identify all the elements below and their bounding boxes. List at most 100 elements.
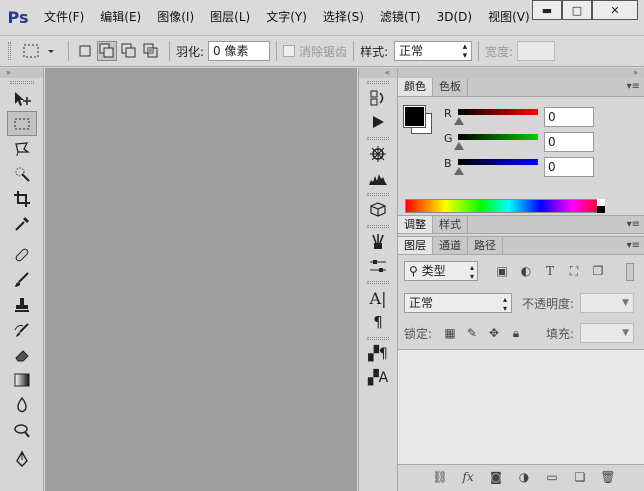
- crop-tool[interactable]: [7, 186, 37, 211]
- blue-slider[interactable]: [458, 159, 538, 165]
- actions-panel-button[interactable]: [359, 110, 397, 134]
- gradient-tool[interactable]: [7, 367, 37, 392]
- menu-edit[interactable]: 编辑(E): [92, 0, 149, 35]
- maximize-button[interactable]: □: [562, 0, 592, 20]
- filter-toggle[interactable]: [626, 263, 634, 281]
- menu-3d[interactable]: 3D(D): [429, 0, 480, 35]
- adjustment-filter-icon[interactable]: ◐: [518, 263, 534, 279]
- fx-icon[interactable]: fx: [460, 469, 476, 485]
- options-grip[interactable]: [6, 42, 12, 60]
- tab-color[interactable]: 颜色: [398, 78, 433, 96]
- expand-icon[interactable]: «: [359, 68, 397, 78]
- histogram-panel-button[interactable]: [359, 166, 397, 190]
- lock-transparent-icon[interactable]: ▦: [442, 325, 458, 341]
- style-select[interactable]: 正常 ▴ ▾: [394, 41, 473, 61]
- blur-icon: [17, 396, 27, 412]
- eraser-tool[interactable]: [7, 342, 37, 367]
- panel-menu-icon[interactable]: ▾≡: [627, 81, 640, 92]
- lock-paint-icon[interactable]: ✎: [464, 325, 480, 341]
- link-icon[interactable]: ⛓: [432, 469, 448, 485]
- clone-stamp-tool[interactable]: [7, 292, 37, 317]
- minimize-button[interactable]: ▬: [532, 0, 562, 20]
- paragraph-panel-button[interactable]: ¶: [359, 310, 397, 334]
- 3d-panel-button[interactable]: [359, 198, 397, 222]
- quick-select-tool[interactable]: [7, 161, 37, 186]
- brush-panel-button[interactable]: [359, 254, 397, 278]
- smart-object-filter-icon[interactable]: ❐: [590, 263, 606, 279]
- brush-presets-button[interactable]: [359, 230, 397, 254]
- menu-type[interactable]: 文字(Y): [258, 0, 315, 35]
- marquee-tool[interactable]: [7, 111, 37, 136]
- tab-channels[interactable]: 通道: [433, 237, 468, 254]
- lasso-tool[interactable]: [7, 136, 37, 161]
- tool-preset-picker[interactable]: [20, 41, 60, 61]
- color-spectrum[interactable]: [405, 199, 605, 213]
- paragraph-styles-button[interactable]: ▞¶: [359, 342, 397, 366]
- feather-input[interactable]: 0 像素: [208, 41, 271, 61]
- blur-tool[interactable]: [7, 392, 37, 417]
- close-button[interactable]: ✕: [592, 0, 638, 20]
- tab-paths[interactable]: 路径: [468, 237, 503, 254]
- add-selection-button[interactable]: [97, 41, 117, 61]
- eyedropper-tool[interactable]: [7, 211, 37, 236]
- adjustment-layer-icon[interactable]: ◑: [516, 469, 532, 485]
- green-thumb[interactable]: [454, 142, 464, 150]
- new-layer-icon[interactable]: ❏: [572, 469, 588, 485]
- layers-list[interactable]: [398, 349, 644, 465]
- pen-tool[interactable]: [7, 446, 37, 471]
- layer-filter-select[interactable]: ⚲ 类型 ▴ ▾: [404, 261, 478, 281]
- subtract-selection-button[interactable]: [119, 41, 139, 61]
- mask-icon[interactable]: ◙: [488, 469, 504, 485]
- style-value: 正常: [399, 44, 424, 58]
- blend-mode-value: 正常: [409, 296, 434, 310]
- menu-image[interactable]: 图像(I): [149, 0, 202, 35]
- menu-file[interactable]: 文件(F): [36, 0, 92, 35]
- navigator-panel-button[interactable]: [359, 142, 397, 166]
- character-styles-button[interactable]: ▞A: [359, 366, 397, 390]
- intersect-selection-button[interactable]: [141, 41, 161, 61]
- image-filter-icon[interactable]: ▣: [494, 263, 510, 279]
- menu-select[interactable]: 选择(S): [315, 0, 372, 35]
- history-brush-tool[interactable]: [7, 317, 37, 342]
- antialias-checkbox[interactable]: [283, 45, 296, 57]
- adjust-menu-icon[interactable]: ▾≡: [627, 219, 640, 230]
- trash-icon[interactable]: 🗑︎: [600, 469, 616, 485]
- menu-layer[interactable]: 图层(L): [202, 0, 258, 35]
- type-filter-icon[interactable]: T: [542, 263, 558, 279]
- lock-position-icon[interactable]: ✥: [486, 325, 502, 341]
- menu-view[interactable]: 视图(V): [480, 0, 538, 35]
- layers-footer: ⛓ fx ◙ ◑ ▭ ❏ 🗑︎: [432, 469, 616, 485]
- layers-menu-icon[interactable]: ▾≡: [627, 240, 640, 251]
- tab-adjustments[interactable]: 调整: [398, 216, 433, 233]
- tools-grip[interactable]: [0, 78, 43, 86]
- lock-all-icon[interactable]: 🔒︎: [508, 325, 524, 341]
- brush-tool[interactable]: [7, 267, 37, 292]
- opacity-input[interactable]: ▼: [580, 293, 634, 313]
- tab-layers[interactable]: 图层: [398, 237, 433, 254]
- shape-filter-icon[interactable]: ⛶: [566, 263, 582, 279]
- move-tool[interactable]: [7, 86, 37, 111]
- blue-input[interactable]: 0: [544, 157, 594, 177]
- menu-filter[interactable]: 滤镜(T): [372, 0, 429, 35]
- red-slider[interactable]: [458, 109, 538, 115]
- red-input[interactable]: 0: [544, 107, 594, 127]
- width-input[interactable]: [517, 41, 556, 61]
- document-area[interactable]: [45, 68, 357, 491]
- tab-styles[interactable]: 样式: [433, 216, 468, 233]
- red-thumb[interactable]: [454, 117, 464, 125]
- new-selection-button[interactable]: [75, 41, 95, 61]
- feather-label: 羽化:: [176, 44, 205, 59]
- tab-swatches[interactable]: 色板: [433, 78, 468, 96]
- collapse-icon[interactable]: »: [0, 68, 43, 78]
- green-slider[interactable]: [458, 134, 538, 140]
- green-input[interactable]: 0: [544, 132, 594, 152]
- dodge-tool[interactable]: [7, 417, 37, 442]
- healing-brush-tool[interactable]: [7, 242, 37, 267]
- history-panel-button[interactable]: [359, 86, 397, 110]
- character-panel-button[interactable]: A|: [359, 286, 397, 310]
- fill-input[interactable]: ▼: [580, 323, 634, 343]
- group-icon[interactable]: ▭: [544, 469, 560, 485]
- blend-mode-select[interactable]: 正常 ▴ ▾: [404, 293, 512, 313]
- blue-thumb[interactable]: [454, 167, 464, 175]
- dock-collapse-icon[interactable]: »: [398, 68, 644, 78]
